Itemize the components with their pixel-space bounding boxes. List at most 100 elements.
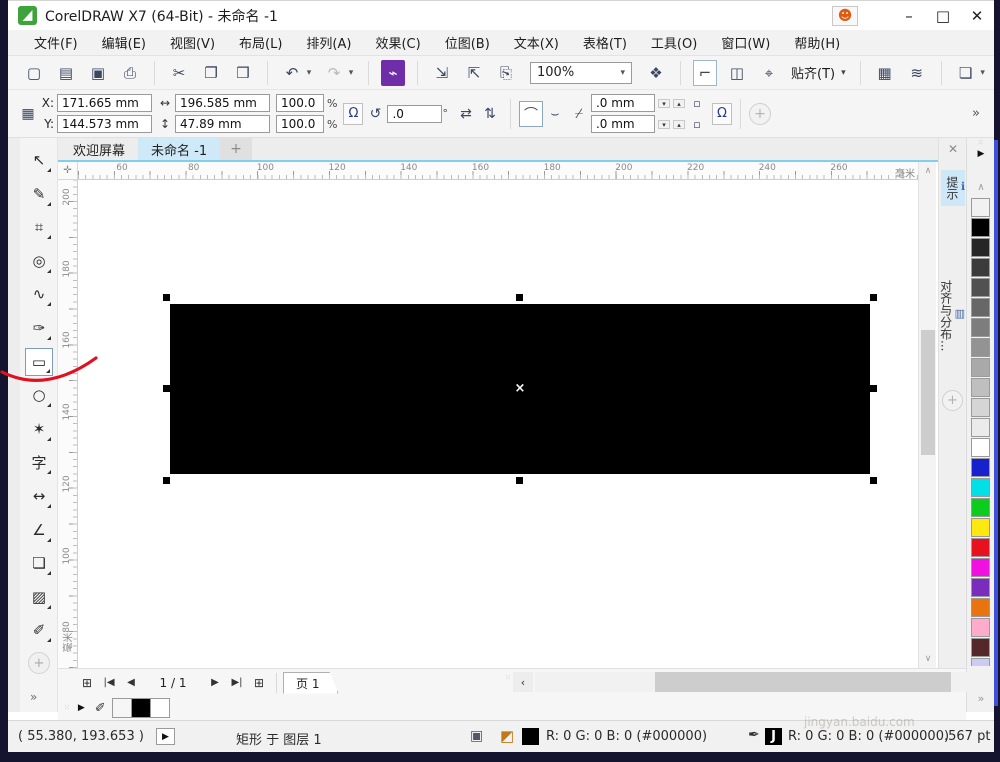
freehand-tool[interactable]: ∿ [25,280,53,308]
previous-page-button[interactable]: ◀ [120,672,142,694]
text-tool[interactable]: 字 [25,448,53,476]
docker-tab-align[interactable]: ▥ 对齐与分布... [941,274,965,357]
relative-corner-icon[interactable]: ▫ [688,115,706,133]
connector-tool[interactable]: ∠ [25,516,53,544]
outline-pen-icon[interactable]: ✒ [748,727,760,743]
undo-button[interactable]: ↶ [280,60,304,86]
lock-corners-button[interactable]: Ω [712,103,732,125]
color-swatch[interactable] [971,238,990,257]
palette-drag-handle[interactable]: ⁙ [967,139,995,147]
close-button[interactable]: ✕ [960,3,994,29]
color-swatch[interactable] [971,458,990,477]
undo-dropdown[interactable]: ▾ [304,60,314,86]
show-grid-toggle[interactable]: ◫ [725,60,749,86]
color-swatch[interactable] [971,278,990,297]
transparency-tool[interactable]: ▨ [25,583,53,611]
cut-button[interactable]: ✂ [167,60,191,86]
scroll-left-button[interactable]: ‹ [513,672,533,692]
corner-radius-field-2[interactable]: .0 mm [591,115,655,133]
color-swatch[interactable] [971,198,990,217]
object-width-field[interactable]: 196.585 mm [175,94,270,112]
mirror-horizontal-button[interactable]: ⇄ [454,101,478,127]
x-position-field[interactable]: 171.665 mm [57,94,152,112]
pick-tool[interactable]: ↖ [25,146,53,174]
first-page-button[interactable]: |◀ [98,672,120,694]
color-swatch[interactable] [971,478,990,497]
color-swatch[interactable] [971,378,990,397]
palette-flyout-icon[interactable]: ▶ [967,149,995,159]
docker-add-button[interactable]: + [942,390,963,411]
scroll-up-icon[interactable]: ∧ [919,166,937,176]
snap-toggle[interactable]: ⌖ [757,60,781,86]
relative-corner-icon[interactable]: ▫ [688,94,706,112]
selection-handle[interactable] [516,477,523,484]
fill-bucket-icon[interactable]: ◩ [500,727,514,745]
account-icon[interactable]: ☻ [832,6,858,26]
ruler-origin-icon[interactable]: ✛ [58,162,78,180]
toolbox-customize-button[interactable]: + [28,652,50,674]
color-swatch[interactable] [971,518,990,537]
redo-dropdown[interactable]: ▾ [346,60,356,86]
chamfered-corner-button[interactable]: ⌿ [567,101,591,127]
outline-color-swatch[interactable]: J [765,728,782,745]
scripts-button[interactable]: ≋ [905,60,929,86]
color-swatch[interactable] [971,258,990,277]
horizontal-ruler[interactable]: 6080100120140160180200220240260 毫米 [78,162,918,180]
palette-overflow-icon[interactable]: » [967,692,995,705]
menu-item[interactable]: 效果(C) [363,33,432,52]
color-swatch[interactable] [971,298,990,317]
zoom-level-combo[interactable]: 100% ▾ [530,62,632,84]
window-layout-button[interactable]: ❏ [954,60,978,86]
spinner-down-icon[interactable]: ▾ [658,99,670,108]
vertical-scrollbar[interactable]: ∧ ∨ [918,162,936,668]
palette-scroll-up-icon[interactable]: ∧ [967,182,995,193]
redo-button[interactable]: ↷ [322,60,346,86]
object-height-field[interactable]: 47.89 mm [175,115,270,133]
menu-item[interactable]: 布局(L) [227,33,294,52]
round-corner-button[interactable]: ⌒ [519,101,543,127]
copy-button[interactable]: ❐ [199,60,223,86]
selection-handle[interactable] [163,385,170,392]
options-button[interactable]: ▦ [873,60,897,86]
publish-pdf-button[interactable]: ⎘ [494,60,518,86]
window-layout-dropdown[interactable]: ▾ [978,60,988,86]
document-palette-flyout-icon[interactable]: ▶ [78,703,85,713]
color-swatch[interactable] [971,418,990,437]
color-swatch[interactable] [971,538,990,557]
corner-radius-field-1[interactable]: .0 mm [591,94,655,112]
document-color-swatch[interactable] [112,698,132,718]
new-document-button[interactable]: ▢ [22,60,46,86]
document-palette-handle[interactable]: ⁙ [64,704,70,712]
selection-handle[interactable] [516,294,523,301]
tab-welcome-screen[interactable]: 欢迎屏幕 [60,138,138,160]
spinner-down-icon[interactable]: ▾ [658,120,670,129]
rotation-angle-field[interactable]: .0 [387,105,442,123]
add-page-button[interactable]: ⊞ [248,672,270,694]
show-rulers-toggle[interactable]: ⌐ [693,60,717,86]
drop-shadow-tool[interactable]: ❏ [25,549,53,577]
vertical-scrollbar-thumb[interactable] [921,330,935,455]
scrollbar-drag-handle[interactable]: ⁙ [505,674,511,682]
add-page-button[interactable]: ⊞ [76,672,98,694]
document-color-swatch[interactable] [131,698,151,718]
next-page-button[interactable]: ▶ [204,672,226,694]
zoom-tool[interactable]: ◎ [25,247,53,275]
menu-item[interactable]: 窗口(W) [709,33,782,52]
color-swatch[interactable] [971,398,990,417]
mirror-vertical-button[interactable]: ⇅ [478,101,502,127]
menu-item[interactable]: 文件(F) [22,33,90,52]
save-button[interactable]: ▣ [86,60,110,86]
menu-item[interactable]: 视图(V) [158,33,227,52]
polygon-tool[interactable]: ✶ [25,415,53,443]
menu-item[interactable]: 文本(X) [502,33,571,52]
color-swatch[interactable] [971,598,990,617]
vertical-ruler[interactable]: 20018016014012010080 毫米 [58,180,78,668]
snap-to-menu[interactable]: 贴齐(T) ▾ [791,63,846,82]
fill-color-swatch[interactable] [522,728,539,745]
y-position-field[interactable]: 144.573 mm [57,115,152,133]
docker-close-icon[interactable]: ✕ [943,142,963,158]
color-swatch[interactable] [971,218,990,237]
fullscreen-preview-button[interactable]: ❖ [644,60,668,86]
color-swatch[interactable] [971,338,990,357]
color-swatch[interactable] [971,658,990,666]
